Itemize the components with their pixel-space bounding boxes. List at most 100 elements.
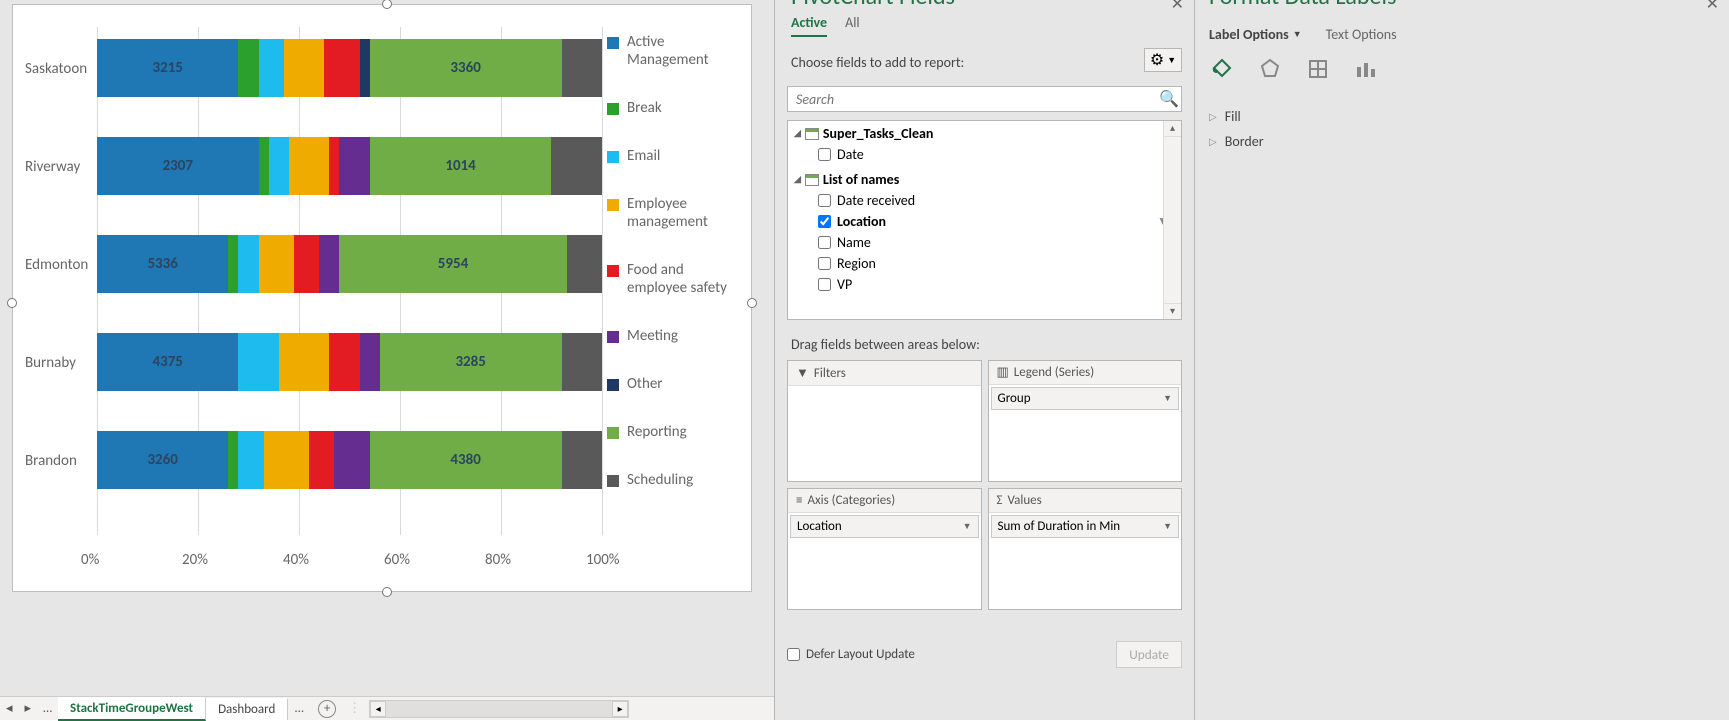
field-checkbox[interactable] <box>818 257 831 270</box>
field-item[interactable]: Location▼ <box>788 211 1181 232</box>
field-item[interactable]: Region <box>788 253 1181 274</box>
resize-handle-top[interactable] <box>382 0 392 9</box>
tab-nav-first[interactable]: ◂ <box>0 701 19 716</box>
pivot-pane-close[interactable]: ✕ <box>1171 0 1184 14</box>
field-checkbox[interactable] <box>818 236 831 249</box>
legend-item[interactable]: Meeting <box>607 327 741 345</box>
field-item[interactable]: VP <box>788 274 1181 295</box>
sheet-tab-active[interactable]: StackTimeGroupeWest <box>58 697 206 721</box>
bar-segment[interactable] <box>339 137 369 195</box>
bar-row[interactable]: 3260 4380 <box>97 431 602 489</box>
legend-item[interactable]: Break <box>607 99 741 117</box>
legend-item[interactable]: Food and employee safety <box>607 261 741 297</box>
bar-segment[interactable] <box>360 39 370 97</box>
legend-item[interactable]: Active Management <box>607 33 741 69</box>
area-field-pill[interactable]: Group▼ <box>991 387 1180 410</box>
area-field-pill[interactable]: Sum of Duration in Min▼ <box>991 515 1180 538</box>
scroll-up[interactable]: ▴ <box>1164 121 1181 137</box>
pivot-tools-button[interactable]: ⚙▼ <box>1144 48 1182 72</box>
field-list[interactable]: ◢Super_Tasks_CleanDate ◢List of namesDate… <box>787 120 1182 320</box>
tab-text-options[interactable]: Text Options <box>1326 26 1397 43</box>
bar-segment[interactable]: 3260 <box>97 431 228 489</box>
tab-nav-prev[interactable]: ▸ <box>19 701 38 716</box>
field-item[interactable]: Name <box>788 232 1181 253</box>
bar-segment[interactable] <box>324 39 359 97</box>
area-filters[interactable]: ▼Filters <box>787 360 982 482</box>
area-field-pill[interactable]: Location▼ <box>790 515 979 538</box>
bar-segment[interactable] <box>562 431 602 489</box>
search-icon[interactable]: 🔍 <box>1157 89 1181 109</box>
field-checkbox[interactable] <box>818 278 831 291</box>
bar-segment[interactable]: 4375 <box>97 333 238 391</box>
add-sheet-button[interactable]: + <box>318 700 336 718</box>
resize-handle-right[interactable] <box>747 298 757 308</box>
bar-row[interactable]: 32153360 <box>97 39 602 97</box>
field-checkbox[interactable] <box>818 215 831 228</box>
field-list-scrollbar[interactable]: ▴ ▾ <box>1163 121 1181 319</box>
bar-segment[interactable] <box>259 235 294 293</box>
bar-segment[interactable] <box>329 137 339 195</box>
pivot-tab-all[interactable]: All <box>845 14 860 37</box>
hscroll-left[interactable]: ◂ <box>370 701 386 717</box>
pivot-chart[interactable]: 3215336023071014533659544375328532604380… <box>12 4 752 592</box>
size-properties-icon[interactable] <box>1305 56 1331 82</box>
sheet-tab-dashboard[interactable]: Dashboard <box>206 698 288 720</box>
bar-segment[interactable] <box>238 333 278 391</box>
bar-segment[interactable] <box>309 431 334 489</box>
legend-item[interactable]: Email <box>607 147 741 165</box>
bar-segment[interactable] <box>562 39 602 97</box>
legend-item[interactable]: Reporting <box>607 423 741 441</box>
plot-area[interactable]: 3215336023071014533659544375328532604380 <box>97 27 602 563</box>
area-values[interactable]: ΣValues Sum of Duration in Min▼ <box>988 488 1183 610</box>
bar-segment[interactable] <box>334 431 369 489</box>
area-axis[interactable]: ≡Axis (Categories) Location▼ <box>787 488 982 610</box>
field-table-header[interactable]: ◢Super_Tasks_Clean <box>788 123 1181 144</box>
bar-segment[interactable]: 5336 <box>97 235 228 293</box>
bar-segment[interactable] <box>329 333 359 391</box>
field-item[interactable]: Date received <box>788 190 1181 211</box>
legend-item[interactable]: Employee management <box>607 195 741 231</box>
field-search-box[interactable]: 🔍 <box>787 86 1182 112</box>
resize-handle-bottom[interactable] <box>382 587 392 597</box>
update-button[interactable]: Update <box>1116 641 1182 668</box>
fill-line-icon[interactable] <box>1209 56 1235 82</box>
bar-segment[interactable] <box>289 137 329 195</box>
bar-segment[interactable] <box>551 137 602 195</box>
field-checkbox[interactable] <box>818 194 831 207</box>
tab-more-dots[interactable]: ... <box>288 701 310 716</box>
bar-segment[interactable] <box>238 39 258 97</box>
horizontal-scrollbar[interactable]: ◂ ▸ <box>369 700 629 718</box>
bar-segment[interactable] <box>319 235 339 293</box>
bar-segment[interactable]: 5954 <box>339 235 566 293</box>
bar-segment[interactable] <box>284 39 324 97</box>
field-item[interactable]: Date <box>788 144 1181 165</box>
bar-segment[interactable]: 4380 <box>370 431 562 489</box>
field-search-input[interactable] <box>788 91 1157 108</box>
bar-segment[interactable]: 3360 <box>370 39 562 97</box>
legend-item[interactable]: Scheduling <box>607 471 741 489</box>
effects-icon[interactable] <box>1257 56 1283 82</box>
field-checkbox[interactable] <box>818 148 831 161</box>
bar-segment[interactable] <box>259 39 284 97</box>
bar-segment[interactable] <box>567 235 602 293</box>
defer-layout-checkbox[interactable]: Defer Layout Update <box>787 647 915 662</box>
legend-item[interactable]: Other <box>607 375 741 393</box>
bar-segment[interactable] <box>259 137 269 195</box>
hscroll-right[interactable]: ▸ <box>612 701 628 717</box>
bar-segment[interactable] <box>279 333 330 391</box>
format-pane-close[interactable]: ✕ <box>1706 0 1719 14</box>
bar-segment[interactable]: 1014 <box>370 137 552 195</box>
label-options-icon[interactable] <box>1353 56 1379 82</box>
bar-segment[interactable]: 2307 <box>97 137 259 195</box>
bar-segment[interactable] <box>269 137 289 195</box>
section-fill[interactable]: ▷Fill <box>1209 104 1264 129</box>
bar-segment[interactable] <box>562 333 602 391</box>
bar-segment[interactable] <box>238 235 258 293</box>
bar-row[interactable]: 5336 5954 <box>97 235 602 293</box>
tab-label-options[interactable]: Label Options▼ <box>1209 26 1302 43</box>
bar-segment[interactable] <box>264 431 309 489</box>
resize-handle-left[interactable] <box>7 298 17 308</box>
bar-segment[interactable] <box>360 333 380 391</box>
field-table-header[interactable]: ◢List of names <box>788 169 1181 190</box>
chart-legend[interactable]: Active Management Break Email Employee mana… <box>607 33 741 519</box>
